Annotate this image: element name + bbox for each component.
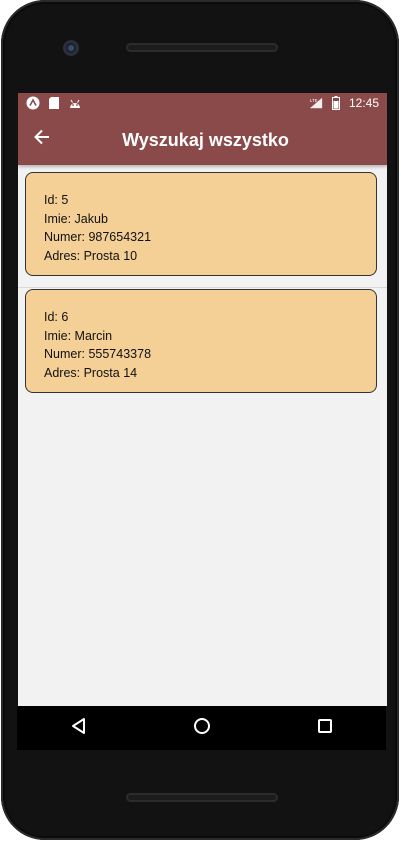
nav-recents-button[interactable] — [313, 716, 337, 740]
avd-icon — [26, 96, 40, 110]
record-number: Numer: 987654321 — [44, 230, 152, 244]
arrow-back-icon — [33, 128, 51, 151]
recents-square-icon — [317, 718, 333, 739]
home-circle-icon — [193, 717, 211, 740]
phone-frame: LTE 12:45 Wyszukaj wszystko Id: 5 Imie: — [1, 0, 399, 840]
record-address: Adres: Prosta 14 — [44, 365, 138, 380]
android-icon — [68, 96, 82, 110]
record-name: Imie: Jakub — [44, 211, 108, 226]
list-item[interactable]: Id: 6 Imie: Marcin Numer: 555743378 Adre… — [18, 288, 387, 404]
record-address: Adres: Prosta 10 — [44, 248, 138, 263]
nav-home-button[interactable] — [190, 716, 214, 740]
record-name: Imie: Marcin — [44, 328, 113, 343]
nav-back-button[interactable] — [67, 716, 91, 740]
back-button[interactable] — [30, 127, 54, 151]
record-id: Id: 5 — [44, 193, 69, 207]
status-bar: LTE 12:45 — [18, 93, 387, 115]
sd-card-icon — [47, 96, 61, 110]
record-id: Id: 6 — [44, 310, 69, 324]
bottom-speaker — [126, 793, 278, 802]
system-nav-bar — [17, 706, 386, 750]
record-card[interactable]: Id: 6 Imie: Marcin Numer: 555743378 Adre… — [25, 289, 377, 393]
app-bar: Wyszukaj wszystko — [18, 115, 387, 165]
status-time: 12:45 — [348, 96, 379, 110]
battery-icon — [329, 96, 343, 110]
lte-signal-icon: LTE — [309, 96, 323, 110]
records-list: Id: 5 Imie: Jakub Numer: 987654321 Adres… — [18, 165, 387, 404]
back-triangle-icon — [70, 717, 88, 740]
screen: LTE 12:45 Wyszukaj wszystko Id: 5 Imie: — [18, 93, 387, 706]
earpiece-speaker — [126, 43, 278, 52]
record-number: Numer: 555743378 — [44, 347, 152, 361]
list-item[interactable]: Id: 5 Imie: Jakub Numer: 987654321 Adres… — [18, 171, 387, 288]
record-card[interactable]: Id: 5 Imie: Jakub Numer: 987654321 Adres… — [25, 172, 377, 276]
svg-text:LTE: LTE — [310, 98, 318, 103]
front-camera — [63, 40, 79, 56]
page-title: Wyszukaj wszystko — [122, 129, 289, 150]
